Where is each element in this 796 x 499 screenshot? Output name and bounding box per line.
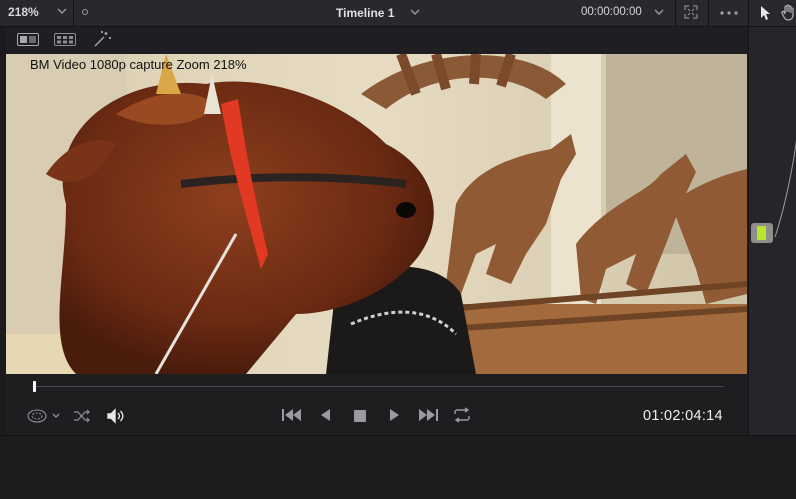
viewer-overlay-text: BM Video 1080p capture Zoom 218% [30,57,247,72]
video-frame-image [6,54,747,374]
chevron-down-icon[interactable] [55,3,69,19]
grid-viewer-icon[interactable] [54,33,76,46]
more-icon[interactable] [719,10,739,16]
timecode-display[interactable]: 00:00:00:00 [581,6,642,18]
hand-icon[interactable] [781,4,796,21]
node-indicator [757,226,766,240]
lower-panel [0,435,796,499]
stop-icon[interactable] [353,409,367,423]
divider [708,0,709,26]
video-frame[interactable]: BM Video 1080p capture Zoom 218% [6,54,747,374]
clip-mode-icon[interactable] [26,407,64,425]
playback-timecode[interactable]: 01:02:04:14 [643,408,723,424]
play-icon[interactable] [387,408,401,422]
playhead[interactable] [33,381,37,392]
divider [73,0,74,26]
scrub-bar[interactable] [32,386,724,387]
magic-wand-icon[interactable] [93,30,113,48]
pointer-icon[interactable] [759,5,771,21]
chevron-down-icon[interactable] [408,4,422,20]
volume-icon[interactable] [106,408,126,424]
zoom-level[interactable]: 218% [8,5,39,19]
skip-back-icon[interactable] [281,408,303,422]
play-reverse-icon[interactable] [319,408,333,422]
timeline-title[interactable]: Timeline 1 [336,6,394,20]
loop-icon[interactable] [452,407,472,423]
status-dot [82,9,88,15]
viewer-toolbar [6,27,748,54]
viewer-header [0,0,796,27]
chevron-down-icon[interactable] [652,4,666,20]
expand-icon[interactable] [684,5,698,19]
shuffle-icon[interactable] [73,409,91,423]
single-viewer-icon[interactable] [17,33,39,46]
skip-forward-icon[interactable] [417,408,439,422]
divider [675,0,676,26]
divider [748,0,749,26]
color-node[interactable] [751,223,773,243]
